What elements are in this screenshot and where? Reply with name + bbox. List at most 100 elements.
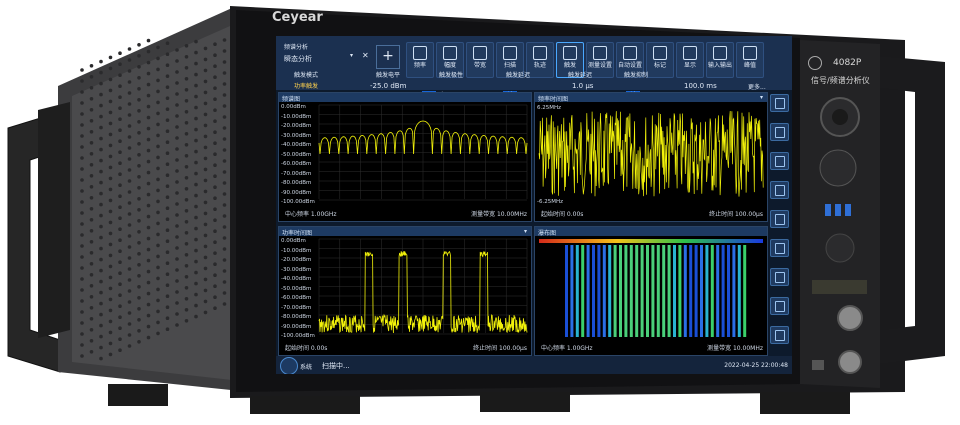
power-time-title: 功率时间图 — [282, 230, 313, 237]
arrow-keypad[interactable] — [820, 150, 856, 186]
status-bar: 系统 扫描中... 2022-04-25 22:00:48 — [276, 356, 792, 374]
holdoff-label: 触发抑制 — [624, 72, 649, 79]
freq-time-title: 频率时间图 — [538, 96, 569, 103]
toolbar-button-label: 显示 — [683, 62, 696, 69]
chevron-down-icon[interactable]: ▾ — [760, 94, 763, 101]
chevron-down-icon[interactable]: ▾ — [524, 228, 527, 235]
freq-time-footer-right: 终止时间 100.00μs — [709, 211, 763, 218]
model-label: 4082P — [833, 58, 862, 68]
freq-time-footer-left: 起始时间 0.00s — [541, 211, 584, 218]
scan-status: 扫描中... — [322, 362, 350, 370]
trigger-delay2-label: 触发延迟 — [568, 72, 593, 79]
trigger-level-label: 触发电平 — [376, 72, 401, 79]
side-button-1[interactable] — [770, 123, 789, 141]
toolbar-button-8[interactable]: 标记 — [646, 42, 674, 78]
screen: 频谱分析 瞬态分析 ▾ ✕ + 频率 幅度 带宽 扫描 轨迹 触发 测量设置 自动设置 标记 显示… — [276, 36, 792, 374]
auto-setup-icon — [623, 46, 637, 60]
holdoff-value[interactable]: 100.0 ms — [684, 82, 717, 90]
chevron-down-icon[interactable]: ▾ — [350, 52, 353, 59]
side-button-7[interactable] — [770, 297, 789, 315]
side-button-8[interactable] — [770, 326, 789, 344]
toolbar-button-10[interactable]: 输入输出 — [706, 42, 734, 78]
power-time-footer-right: 终止时间 100.00μs — [473, 345, 527, 352]
trigger-mode-value[interactable]: 功率触发 — [294, 81, 318, 90]
document-icon — [775, 185, 785, 196]
freq-time-plot — [538, 110, 764, 197]
toolbar: 频谱分析 瞬态分析 ▾ ✕ + 频率 幅度 带宽 扫描 轨迹 触发 测量设置 自动设置 标记 显示… — [276, 36, 792, 100]
toolbar-button-label: 触发 — [563, 62, 576, 69]
print-icon — [775, 330, 785, 341]
toolbar-button-11[interactable]: 峰值 — [736, 42, 764, 78]
freq-time-trace — [538, 110, 764, 197]
sweep-icon — [503, 46, 517, 60]
toolbar-button-label: 标记 — [653, 62, 666, 69]
power-time-footer-left: 起始时间 0.00s — [285, 345, 328, 352]
spectrum-footer-right: 测量带宽 10.00MHz — [471, 211, 527, 218]
spectrum-panel[interactable]: 频谱图 0.00dBm -10.00dBm -20.00dBm -30.00dBm -4… — [278, 92, 532, 222]
trigger-polarity-label: 触发极性 — [439, 72, 464, 79]
toolbar-button-label: 扫描 — [503, 62, 516, 69]
power-time-panel-header: 功率时间图 ▾ — [279, 227, 531, 237]
add-window-button[interactable]: + — [376, 45, 400, 69]
spectrum-plot — [318, 104, 528, 201]
side-button-5[interactable] — [770, 239, 789, 257]
toolbar-button-2[interactable]: 带宽 — [466, 42, 494, 78]
waterfall-footer-left: 中心频率 1.00GHz — [541, 345, 593, 352]
list-icon — [775, 272, 785, 283]
power-time-plot — [318, 238, 528, 335]
power-time-panel[interactable]: 功率时间图 ▾ 0.00dBm -10.00dBm -20.00dBm -30.00dB… — [278, 226, 532, 356]
folder-icon — [775, 214, 785, 225]
trace-icon — [533, 46, 547, 60]
toolbar-button-0[interactable]: 频率 — [406, 42, 434, 78]
save-icon — [775, 98, 785, 109]
rotary-knob[interactable] — [823, 103, 857, 133]
toolbar-button-4[interactable]: 轨迹 — [526, 42, 554, 78]
toolbar-button-label: 幅度 — [443, 62, 456, 69]
spectrum-panel-header: 频谱图 — [279, 93, 531, 103]
toolbar-button-label: 自动设置 — [617, 62, 642, 69]
grid-icon — [775, 301, 785, 312]
side-button-4[interactable] — [770, 210, 789, 228]
timestamp: 2022-04-25 22:00:48 — [724, 362, 788, 369]
more-button[interactable]: 更多... — [748, 82, 766, 91]
input-output-icon — [713, 46, 727, 60]
settings-icon — [775, 127, 785, 138]
toolbar-button-label: 轨迹 — [533, 62, 546, 69]
brand-logo: Ceyear — [272, 10, 323, 25]
trigger-mode-label: 触发模式 — [294, 72, 319, 79]
side-button-3[interactable] — [770, 181, 789, 199]
system-button[interactable] — [280, 357, 298, 374]
trigger-delay-label: 触发延迟 — [506, 72, 531, 79]
marker-icon — [653, 46, 667, 60]
trigger-level-value[interactable]: -25.0 dBm — [370, 82, 406, 90]
toolbar-button-9[interactable]: 显示 — [676, 42, 704, 78]
trigger-delay2-value[interactable]: 1.0 μs — [572, 82, 593, 90]
peak-icon — [743, 46, 757, 60]
freq-time-panel-header: 频率时间图 ▾ — [535, 93, 767, 103]
frequency-icon — [413, 46, 427, 60]
freq-time-panel[interactable]: 频率时间图 ▾ 6.25MHz -6.25MHz 起始时间 0.00s 终止时间 … — [534, 92, 768, 222]
toolbar-button-label: 带宽 — [473, 62, 486, 69]
spectrum-title: 频谱图 — [282, 96, 301, 103]
mode-label: 频谱分析 — [284, 44, 309, 51]
toolbar-button-label: 频率 — [413, 62, 426, 69]
meas-setup-icon — [593, 46, 607, 60]
display-icon — [683, 46, 697, 60]
side-button-6[interactable] — [770, 268, 789, 286]
side-button-2[interactable] — [770, 152, 789, 170]
waterfall-title: 瀑布图 — [538, 230, 557, 237]
waterfall-panel[interactable]: 瀑布图 中心频率 1.00GHz 测量带宽 10.00MHz — [534, 226, 768, 356]
waterfall-panel-header: 瀑布图 — [535, 227, 767, 237]
refresh-icon — [775, 156, 785, 167]
toolbar-button-label: 峰值 — [743, 62, 756, 69]
waterfall-footer-right: 测量带宽 10.00MHz — [707, 345, 763, 352]
close-icon[interactable]: ✕ — [362, 51, 369, 60]
trigger-icon — [563, 46, 577, 60]
bandwidth-icon — [473, 46, 487, 60]
device-subtitle: 信号/频谱分析仪 — [811, 76, 870, 85]
chart-icon — [775, 243, 785, 254]
side-button-0[interactable] — [770, 94, 789, 112]
mode-select[interactable]: 瞬态分析 — [284, 54, 312, 64]
system-label: 系统 — [300, 364, 313, 371]
power-button[interactable] — [808, 56, 822, 70]
